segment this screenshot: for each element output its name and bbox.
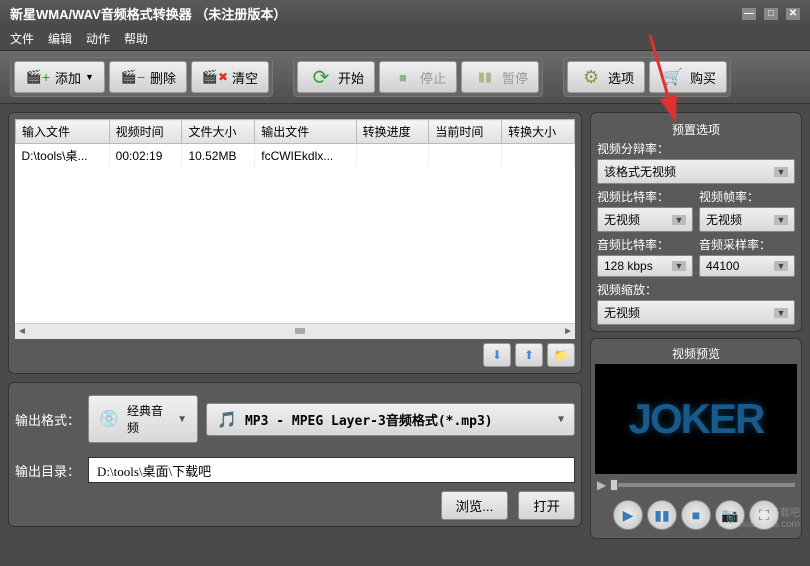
gear-icon: ⚙ [578, 66, 604, 88]
seek-slider[interactable] [610, 483, 795, 487]
video-preview: JOKER [595, 364, 797, 474]
table-row[interactable]: D:\tools\桌... 00:02:19 10.52MB fcCWIEkdl… [16, 144, 575, 168]
add-button[interactable]: 🎬+添加 ▼ [14, 61, 105, 93]
maximize-button[interactable]: □ [764, 8, 778, 20]
play-icon: ▶ [623, 507, 634, 524]
horizontal-scrollbar[interactable]: ◄► [15, 323, 575, 339]
folder-icon: 📁 [554, 348, 569, 362]
output-panel: 输出格式： 💿 经典音频 ▼ 🎵 MP3 - MPEG Layer-3音频格式(… [8, 382, 582, 527]
format-icon: 🎵 [217, 410, 237, 429]
video-resolution-select[interactable]: 该格式无视频▼ [597, 159, 795, 184]
pause-icon: ▮▮ [472, 66, 498, 88]
browse-button[interactable]: 浏览... [441, 491, 509, 520]
col-output[interactable]: 输出文件 [255, 120, 356, 144]
category-dropdown[interactable]: 💿 经典音频 ▼ [88, 395, 198, 443]
col-fsize[interactable]: 文件大小 [182, 120, 255, 144]
video-zoom-select[interactable]: 无视频▼ [597, 300, 795, 325]
stop-media-button[interactable]: ■ [681, 500, 711, 530]
col-convsize[interactable]: 转换大小 [502, 120, 575, 144]
col-progress[interactable]: 转换进度 [356, 120, 429, 144]
video-framerate-select[interactable]: 无视频▼ [699, 207, 795, 232]
pause-icon: ▮▮ [654, 507, 669, 524]
close-button[interactable]: ✕ [786, 8, 800, 20]
output-dir-label: 输出目录： [15, 461, 80, 480]
up-arrow-icon: ⬆ [524, 348, 534, 362]
audio-bitrate-select[interactable]: 128 kbps▼ [597, 255, 693, 277]
pause-media-button[interactable]: ▮▮ [647, 500, 677, 530]
window-title: 新星WMA/WAV音频格式转换器 （未注册版本） [10, 4, 286, 23]
buy-button[interactable]: 🛒购买 [649, 61, 727, 93]
preset-title: 预置选项 [597, 119, 795, 140]
col-curtime[interactable]: 当前时间 [429, 120, 502, 144]
col-input[interactable]: 输入文件 [16, 120, 110, 144]
file-list-panel: 输入文件 视频时间 文件大小 输出文件 转换进度 当前时间 转换大小 D:\to… [8, 112, 582, 374]
move-down-button[interactable]: ⬇ [483, 343, 511, 367]
play-button[interactable]: ▶ [613, 500, 643, 530]
stop-icon: ■ [692, 507, 700, 523]
menubar: 文件 编辑 动作 帮助 [0, 27, 810, 50]
move-up-button[interactable]: ⬆ [515, 343, 543, 367]
clear-icon: 🎬✖ [202, 66, 228, 88]
cart-icon: 🛒 [660, 66, 686, 88]
toolbar: 🎬+添加 ▼ 🎬−删除 🎬✖清空 ⟳开始 ■停止 ▮▮暂停 ⚙选项 🛒购买 [0, 50, 810, 104]
pause-button[interactable]: ▮▮暂停 [461, 61, 539, 93]
stop-button[interactable]: ■停止 [379, 61, 457, 93]
audio-samplerate-select[interactable]: 44100▼ [699, 255, 795, 277]
titlebar: 新星WMA/WAV音频格式转换器 （未注册版本） — □ ✕ [0, 0, 810, 27]
col-vtime[interactable]: 视频时间 [109, 120, 182, 144]
format-dropdown[interactable]: 🎵 MP3 - MPEG Layer-3音频格式(*.mp3) ▼ [206, 403, 575, 436]
menu-file[interactable]: 文件 [10, 30, 34, 47]
output-format-label: 输出格式： [15, 410, 80, 429]
delete-icon: 🎬− [120, 66, 146, 88]
folder-button[interactable]: 📁 [547, 343, 575, 367]
delete-button[interactable]: 🎬−删除 [109, 61, 187, 93]
menu-action[interactable]: 动作 [86, 30, 110, 47]
menu-help[interactable]: 帮助 [124, 30, 148, 47]
minimize-button[interactable]: — [742, 8, 756, 20]
down-arrow-icon: ⬇ [492, 348, 502, 362]
watermark: 下载吧 www.xiazaiba.com [718, 504, 800, 530]
preview-title: 视频预览 [595, 343, 797, 364]
stop-icon: ■ [390, 66, 416, 88]
file-table[interactable]: 输入文件 视频时间 文件大小 输出文件 转换进度 当前时间 转换大小 D:\to… [15, 119, 575, 167]
play-indicator-icon: ▶ [597, 478, 606, 492]
options-button[interactable]: ⚙选项 [567, 61, 645, 93]
disc-icon: 💿 [99, 409, 119, 429]
start-icon: ⟳ [308, 66, 334, 88]
preset-panel: 预置选项 视频分辩率： 该格式无视频▼ 视频比特率： 无视频▼ 视频帧率： 无视… [590, 112, 802, 332]
start-button[interactable]: ⟳开始 [297, 61, 375, 93]
output-dir-input[interactable] [88, 457, 575, 483]
add-icon: 🎬+ [25, 66, 51, 88]
open-button[interactable]: 打开 [518, 491, 575, 520]
video-bitrate-select[interactable]: 无视频▼ [597, 207, 693, 232]
menu-edit[interactable]: 编辑 [48, 30, 72, 47]
clear-button[interactable]: 🎬✖清空 [191, 61, 269, 93]
